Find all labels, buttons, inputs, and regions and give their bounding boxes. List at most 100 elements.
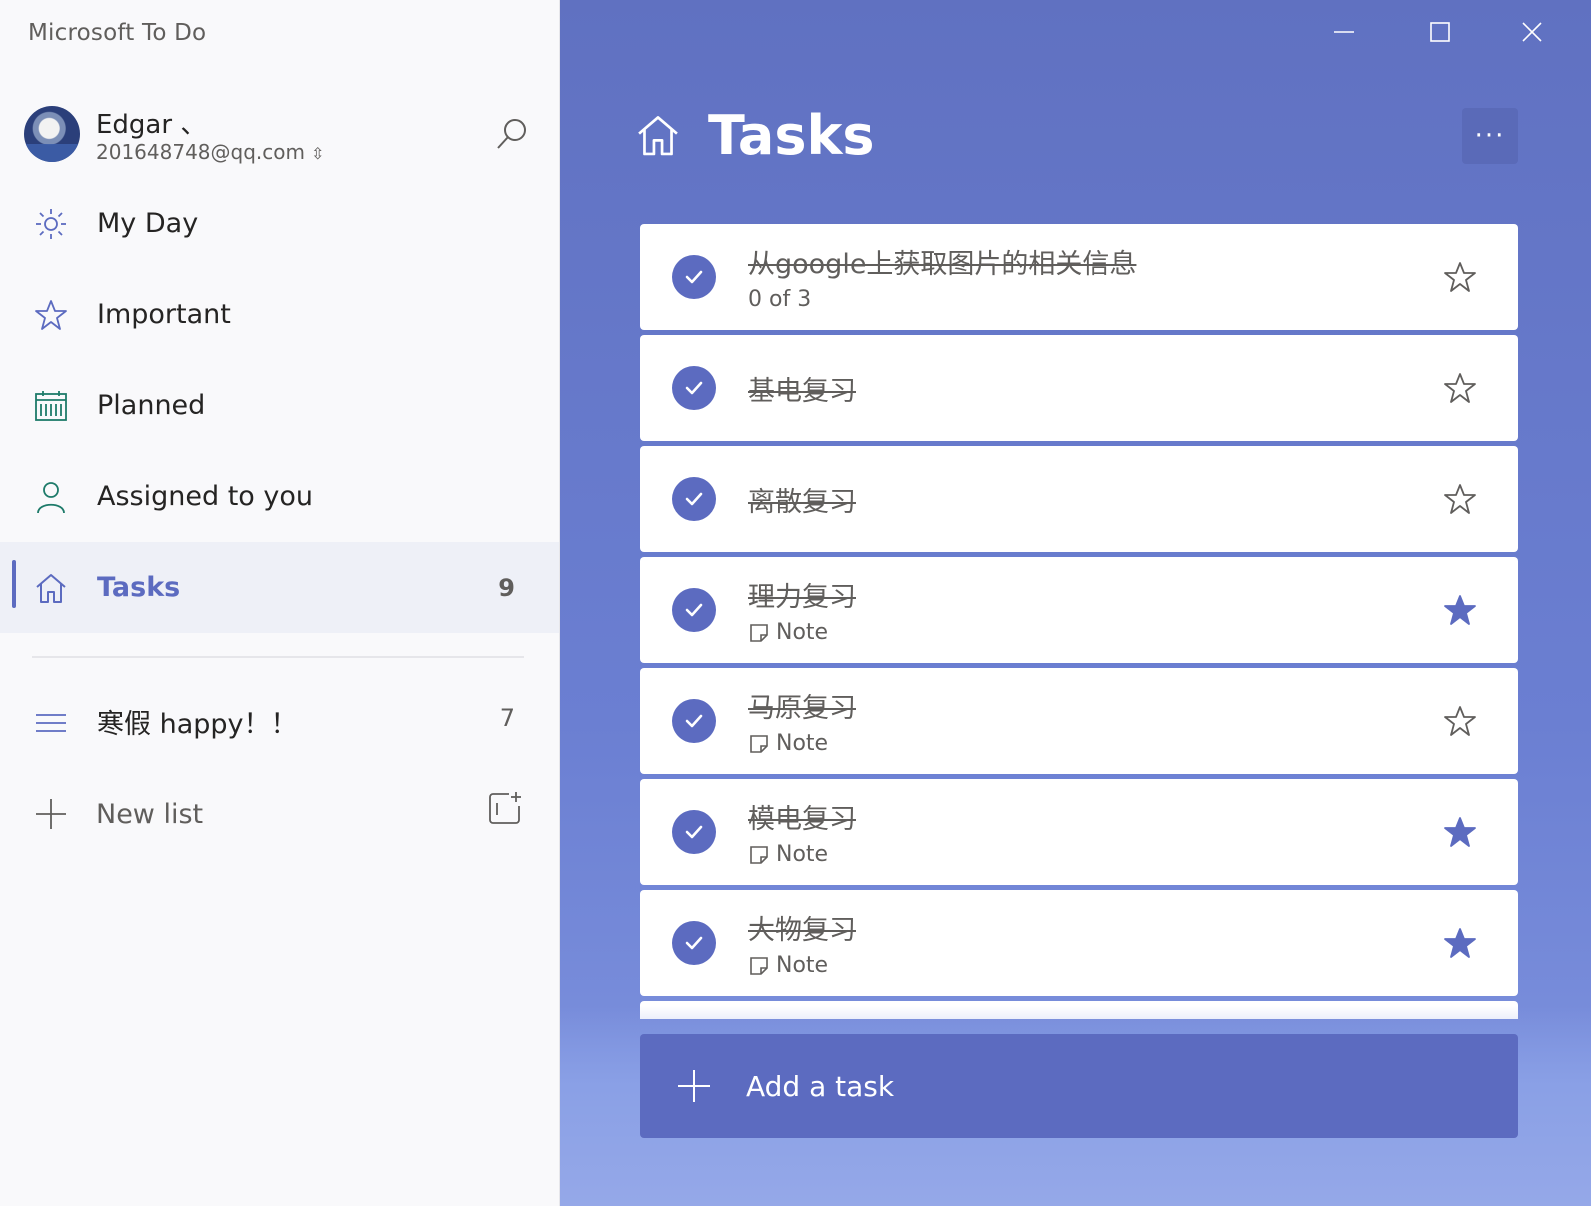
star-outline-icon — [1444, 484, 1476, 514]
nav-list: My Day Important Planned Assigned to you… — [0, 178, 559, 633]
complete-checkbox[interactable] — [672, 477, 716, 521]
task-body: 离散复习 — [748, 446, 856, 552]
note-icon — [748, 955, 770, 977]
checkmark-icon — [685, 936, 703, 950]
task-list: 从google上获取图片的相关信息 0 of 3 基电复习 离散复习 理力复习 … — [640, 224, 1518, 1019]
chevron-up-down-icon[interactable]: ⇳ — [311, 144, 324, 163]
close-icon — [1522, 22, 1542, 42]
task-title: 离散复习 — [748, 486, 856, 518]
complete-checkbox[interactable] — [672, 810, 716, 854]
task-note: Note — [748, 953, 856, 978]
task-body: 模电复习 Note — [748, 779, 856, 885]
importance-toggle[interactable] — [1440, 257, 1480, 297]
app-title: Microsoft To Do — [28, 20, 207, 46]
note-icon — [748, 622, 770, 644]
task-item[interactable]: 马原复习 Note — [640, 668, 1518, 774]
importance-toggle[interactable] — [1440, 923, 1480, 963]
task-note: Note — [748, 842, 856, 867]
new-list-label: New list — [96, 798, 204, 830]
task-note: Note — [748, 620, 856, 645]
new-list-row: New list — [0, 768, 559, 858]
active-indicator — [12, 560, 16, 608]
plus-icon — [674, 1066, 714, 1106]
list-icon — [32, 704, 70, 742]
star-outline-icon — [1444, 262, 1476, 292]
nav-item-my-day[interactable]: My Day — [0, 178, 559, 269]
home-icon — [32, 569, 70, 607]
task-item[interactable]: 离散复习 — [640, 446, 1518, 552]
complete-checkbox[interactable] — [672, 699, 716, 743]
task-item[interactable]: 基电复习 — [640, 335, 1518, 441]
task-steps-text: 0 of 3 — [748, 287, 812, 312]
checkmark-icon — [685, 492, 703, 506]
profile-name: Edgar 、 — [96, 110, 207, 140]
add-task-button[interactable]: Add a task — [640, 1034, 1518, 1138]
task-title: 马原复习 — [748, 693, 856, 724]
task-note-text: Note — [776, 842, 829, 867]
complete-checkbox[interactable] — [672, 255, 716, 299]
task-body: 从google上获取图片的相关信息 0 of 3 — [748, 224, 1136, 330]
new-group-button[interactable] — [485, 788, 525, 828]
nav-count-tasks: 9 — [498, 573, 515, 602]
checkmark-icon — [685, 270, 703, 284]
checkmark-icon — [685, 603, 703, 617]
checkmark-icon — [685, 825, 703, 839]
home-icon — [634, 111, 682, 159]
complete-checkbox[interactable] — [672, 588, 716, 632]
nav-item-tasks[interactable]: Tasks 9 — [0, 542, 559, 633]
add-task-label: Add a task — [746, 1069, 895, 1103]
importance-toggle[interactable] — [1440, 368, 1480, 408]
star-outline-icon — [1444, 706, 1476, 736]
task-title: 大物复习 — [748, 915, 856, 946]
task-note-text: Note — [776, 620, 829, 645]
checkmark-icon — [685, 714, 703, 728]
task-note: Note — [748, 731, 856, 756]
list-item-winter[interactable]: 寒假 happy！！ 7 — [0, 678, 559, 768]
complete-checkbox[interactable] — [672, 366, 716, 410]
new-list-button[interactable]: New list — [32, 786, 452, 842]
minimize-button[interactable] — [1312, 8, 1376, 56]
sun-icon — [32, 205, 70, 243]
divider — [32, 656, 524, 658]
list-title[interactable]: Tasks — [708, 104, 875, 167]
nav-label-planned: Planned — [97, 390, 206, 421]
calendar-icon — [32, 387, 70, 425]
search-button[interactable] — [490, 112, 534, 156]
nav-item-important[interactable]: Important — [0, 269, 559, 360]
importance-toggle[interactable] — [1440, 479, 1480, 519]
maximize-icon — [1430, 22, 1450, 42]
nav-label-assigned: Assigned to you — [97, 481, 313, 512]
new-group-icon — [489, 792, 521, 824]
task-item[interactable]: 模电复习 Note — [640, 779, 1518, 885]
nav-label-tasks: Tasks — [97, 572, 181, 603]
task-body: 理力复习 Note — [748, 557, 856, 663]
nav-label-my-day: My Day — [97, 208, 199, 239]
nav-item-assigned[interactable]: Assigned to you — [0, 451, 559, 542]
task-item[interactable]: 理力复习 Note — [640, 557, 1518, 663]
task-body: 基电复习 — [748, 335, 856, 441]
star-filled-icon — [1444, 595, 1476, 625]
list-count: 7 — [499, 704, 515, 732]
importance-toggle[interactable] — [1440, 812, 1480, 852]
importance-toggle[interactable] — [1440, 701, 1480, 741]
note-icon — [748, 844, 770, 866]
avatar[interactable] — [24, 106, 80, 162]
complete-checkbox[interactable] — [672, 921, 716, 965]
more-options-button[interactable]: ··· — [1462, 108, 1518, 164]
main-panel: Tasks ··· 从google上获取图片的相关信息 0 of 3 基电复习 … — [560, 0, 1591, 1206]
task-item[interactable]: 大物复习 Note — [640, 890, 1518, 996]
task-title: 从google上获取图片的相关信息 — [748, 249, 1137, 280]
task-item[interactable]: 从google上获取图片的相关信息 0 of 3 — [640, 224, 1518, 330]
task-title: 基电复习 — [748, 375, 856, 407]
maximize-button[interactable] — [1408, 8, 1472, 56]
profile[interactable]: Edgar 、 201648748@qq.com ⇳ — [24, 104, 534, 168]
importance-toggle[interactable] — [1440, 590, 1480, 630]
close-button[interactable] — [1500, 8, 1564, 56]
checkmark-icon — [685, 381, 703, 395]
profile-email-text: 201648748@qq.com — [96, 140, 305, 164]
star-icon — [32, 296, 70, 334]
nav-item-planned[interactable]: Planned — [0, 360, 559, 451]
person-icon — [32, 478, 70, 516]
search-icon — [497, 119, 526, 149]
sidebar: Microsoft To Do Edgar 、 201648748@qq.com… — [0, 0, 560, 1206]
